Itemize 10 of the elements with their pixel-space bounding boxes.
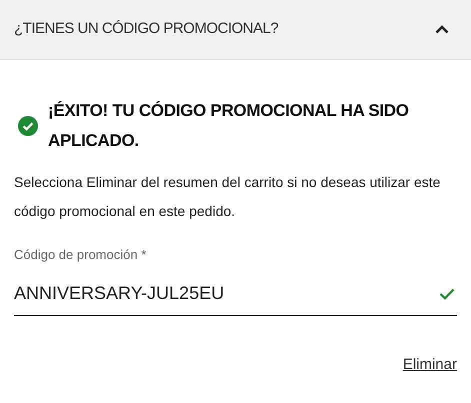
success-message: Selecciona Eliminar del resumen del carrito si no deseas utilizar este código promocional en este pedido. [14, 173, 442, 221]
chevron-up-icon [435, 25, 449, 34]
success-title: ¡ÉXITO! TU CÓDIGO PROMOCIONAL HA SIDO APLICADO. [48, 100, 410, 152]
promo-code-field[interactable]: ANNIVERSARY-JUL25EU [14, 272, 457, 316]
accordion-header[interactable]: ¿TIENES UN CÓDIGO PROMOCIONAL? [0, 0, 471, 60]
field-label: Código de promoción * [14, 246, 148, 264]
check-icon [439, 288, 455, 300]
remove-link[interactable]: Eliminar [402, 354, 457, 376]
success-check-icon [18, 116, 38, 136]
accordion-title: ¿TIENES UN CÓDIGO PROMOCIONAL? [14, 19, 278, 40]
